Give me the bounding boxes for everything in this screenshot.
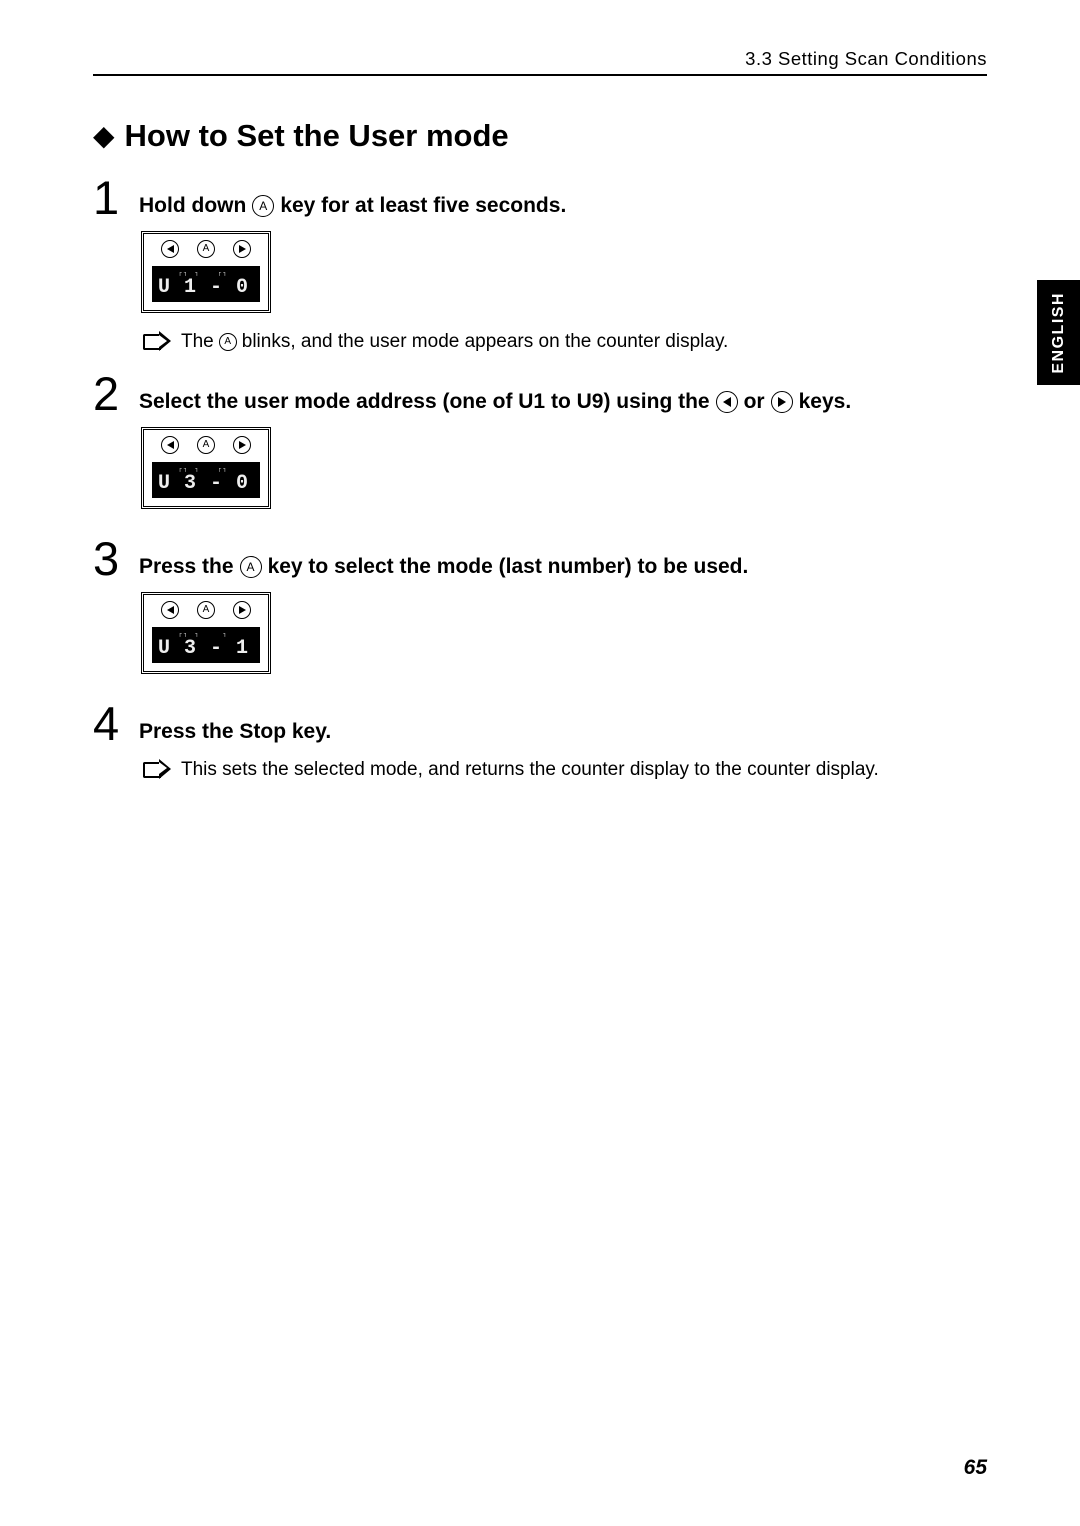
step-1-note: The A blinks, and the user mode appears … [141, 329, 987, 356]
step-2-after: keys. [799, 388, 852, 416]
step-3-before: Press the [139, 553, 234, 581]
counter-panel-1: A ┌┐ ┐ ┌┐U 1 - 0 [141, 231, 271, 313]
step-2-before: Select the user mode address (one of U1 … [139, 388, 710, 416]
step-1-note-text: The A blinks, and the user mode appears … [181, 329, 728, 356]
step-4-note-text: This sets the selected mode, and returns… [181, 757, 879, 784]
result-arrow-icon [141, 331, 169, 351]
left-arrow-icon [161, 601, 179, 619]
step-number: 2 [93, 370, 123, 417]
left-arrow-icon [716, 391, 738, 413]
lcd-display: ┌┐ ┐ ┌┐U 3 - 0 [152, 462, 260, 498]
step-number: 1 [93, 174, 123, 221]
counter-panel-2: A ┌┐ ┐ ┌┐U 3 - 0 [141, 427, 271, 509]
panel-keys: A [152, 240, 260, 258]
left-arrow-icon [161, 240, 179, 258]
step-4: 4 Press the Stop key. [93, 704, 987, 747]
step-3-text: Press the A key to select the mode (last… [139, 539, 748, 581]
left-arrow-icon [161, 436, 179, 454]
a-key-icon: A [197, 601, 215, 619]
lcd-display: ┌┐ ┐ ┐U 3 - 1 [152, 627, 260, 663]
right-arrow-icon [233, 601, 251, 619]
diamond-icon: ◆ [93, 122, 115, 150]
right-arrow-icon [771, 391, 793, 413]
step-number: 3 [93, 535, 123, 582]
step-2-text: Select the user mode address (one of U1 … [139, 374, 851, 416]
step-1: 1 Hold down A key for at least five seco… [93, 178, 987, 221]
language-label: ENGLISH [1050, 292, 1068, 374]
page-title: How to Set the User mode [125, 118, 509, 154]
panel-keys: A [152, 436, 260, 454]
step-2-mid: or [744, 388, 765, 416]
step-number: 4 [93, 700, 123, 747]
language-tab: ENGLISH [1037, 280, 1080, 385]
step-1-text: Hold down A key for at least five second… [139, 178, 566, 220]
a-key-icon: A [252, 195, 274, 217]
result-arrow-icon [141, 759, 169, 779]
title-row: ◆ How to Set the User mode [93, 118, 987, 154]
a-key-icon: A [197, 436, 215, 454]
panel-keys: A [152, 601, 260, 619]
header-row: 3.3 Setting Scan Conditions [93, 48, 987, 76]
step-4-text: Press the Stop key. [139, 704, 331, 746]
page: 3.3 Setting Scan Conditions ◆ How to Set… [0, 0, 1080, 1526]
step-4-title: Press the Stop key. [139, 718, 331, 746]
right-arrow-icon [233, 240, 251, 258]
step-3: 3 Press the A key to select the mode (la… [93, 539, 987, 582]
a-key-icon: A [240, 556, 262, 578]
a-key-icon: A [197, 240, 215, 258]
step-2: 2 Select the user mode address (one of U… [93, 374, 987, 417]
counter-panel-3: A ┌┐ ┐ ┐U 3 - 1 [141, 592, 271, 674]
lcd-display: ┌┐ ┐ ┌┐U 1 - 0 [152, 266, 260, 302]
header-section: 3.3 Setting Scan Conditions [745, 48, 987, 70]
step-1-before: Hold down [139, 192, 246, 220]
a-key-icon: A [219, 333, 237, 351]
right-arrow-icon [233, 436, 251, 454]
step-1-after: key for at least five seconds. [280, 192, 566, 220]
step-3-after: key to select the mode (last number) to … [268, 553, 749, 581]
page-number: 65 [964, 1456, 987, 1480]
step-4-note: This sets the selected mode, and returns… [141, 757, 987, 784]
